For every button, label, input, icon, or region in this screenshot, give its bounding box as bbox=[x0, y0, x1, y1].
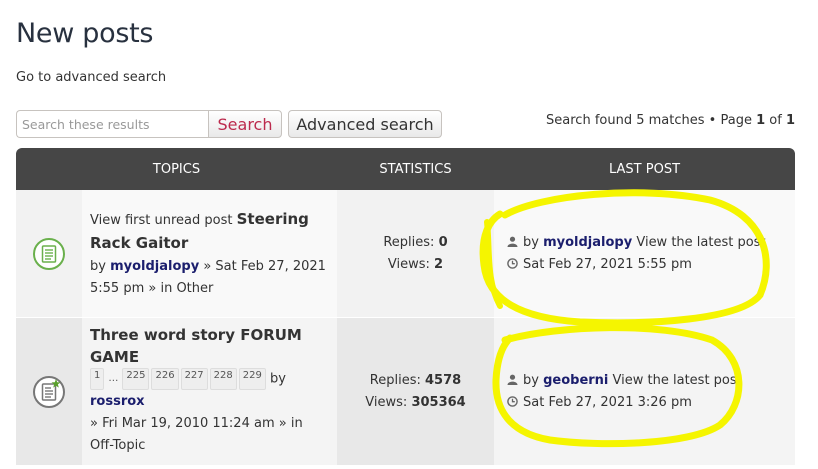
by-label: by bbox=[523, 234, 539, 250]
topic-author-link[interactable]: myoldjalopy bbox=[110, 259, 199, 274]
by-label: by bbox=[523, 372, 539, 388]
of-label: of bbox=[769, 113, 782, 128]
last-post-cell: by myoldjalopy View the latest post Sat … bbox=[494, 190, 795, 317]
views-count: 2 bbox=[434, 256, 444, 272]
search-box: Search Advanced search bbox=[16, 109, 442, 139]
last-post-time: Sat Feb 27, 2021 3:26 pm bbox=[523, 394, 692, 410]
forum-link[interactable]: Off-Topic bbox=[90, 438, 145, 453]
replies-count: 4578 bbox=[425, 372, 462, 388]
views-count: 305364 bbox=[411, 394, 466, 410]
icon-cell bbox=[16, 190, 82, 317]
header-topics: TOPICS bbox=[152, 161, 201, 177]
by-label: by bbox=[269, 371, 286, 387]
user-icon bbox=[507, 236, 518, 247]
views-label: Views: bbox=[365, 394, 408, 410]
topic-list-header: TOPICS STATISTICS LAST POST bbox=[16, 148, 795, 190]
table-row: View first unread post Steering Rack Gai… bbox=[16, 190, 795, 318]
topic-unread-icon[interactable] bbox=[32, 237, 66, 271]
clock-icon bbox=[507, 395, 518, 407]
view-first-unread-link[interactable]: View first unread post bbox=[90, 213, 232, 228]
page-ellipsis: … bbox=[108, 373, 119, 384]
search-input[interactable] bbox=[16, 110, 208, 138]
page-title: New posts bbox=[16, 18, 154, 49]
posted-info: » Fri Mar 19, 2010 11:24 am » in bbox=[90, 415, 303, 431]
by-label: by bbox=[90, 258, 106, 274]
topic-author-link[interactable]: rossrox bbox=[90, 394, 145, 409]
topic-hot-icon[interactable] bbox=[32, 375, 66, 409]
current-page: 1 bbox=[756, 113, 766, 128]
topic-cell: Three word story FORUM GAME 1 … 225 226 … bbox=[82, 318, 337, 465]
topic-cell: View first unread post Steering Rack Gai… bbox=[82, 190, 337, 317]
replies-label: Replies: bbox=[369, 372, 421, 388]
page-link[interactable]: 1 bbox=[90, 368, 105, 390]
page-link[interactable]: 226 bbox=[151, 368, 179, 390]
last-post-time: Sat Feb 27, 2021 5:55 pm bbox=[523, 256, 692, 272]
view-latest-post-link[interactable]: View the latest post bbox=[636, 235, 765, 250]
pagination: Search found 5 matches • Page 1 of 1 bbox=[546, 113, 795, 128]
page-link[interactable]: 227 bbox=[180, 368, 208, 390]
search-result-count: Search found 5 matches bbox=[546, 113, 705, 128]
header-last-post: LAST POST bbox=[608, 161, 681, 177]
forum-link[interactable]: Other bbox=[176, 281, 213, 296]
statistics-cell: Replies: 0 Views: 2 bbox=[337, 190, 494, 317]
topic-pagination: 1 … 225 226 227 228 229 bbox=[90, 368, 266, 390]
page-link[interactable]: 225 bbox=[122, 368, 150, 390]
topic-title-link[interactable]: Three word story FORUM GAME bbox=[90, 324, 329, 368]
total-pages: 1 bbox=[785, 113, 795, 128]
header-statistics: STATISTICS bbox=[379, 161, 452, 177]
topic-list: TOPICS STATISTICS LAST POST View first u… bbox=[16, 148, 795, 466]
replies-label: Replies: bbox=[383, 234, 435, 250]
page-link[interactable]: 229 bbox=[238, 368, 266, 390]
last-post-user-link[interactable]: geoberni bbox=[543, 373, 608, 388]
page-label: Page bbox=[720, 113, 752, 128]
user-icon bbox=[507, 374, 518, 385]
advanced-search-link[interactable]: Go to advanced search bbox=[16, 70, 166, 85]
bullet: • bbox=[708, 113, 717, 128]
page-link[interactable]: 228 bbox=[209, 368, 237, 390]
clock-icon bbox=[507, 257, 518, 269]
last-post-cell: by geoberni View the latest post Sat Feb… bbox=[494, 318, 795, 465]
search-button[interactable]: Search bbox=[208, 110, 282, 138]
advanced-search-button[interactable]: Advanced search bbox=[288, 110, 442, 138]
statistics-cell: Replies: 4578 Views: 305364 bbox=[337, 318, 494, 465]
views-label: Views: bbox=[387, 256, 430, 272]
table-row: Three word story FORUM GAME 1 … 225 226 … bbox=[16, 318, 795, 466]
last-post-user-link[interactable]: myoldjalopy bbox=[543, 235, 632, 250]
icon-cell bbox=[16, 318, 82, 465]
replies-count: 0 bbox=[438, 234, 448, 250]
view-latest-post-link[interactable]: View the latest post bbox=[613, 373, 742, 388]
